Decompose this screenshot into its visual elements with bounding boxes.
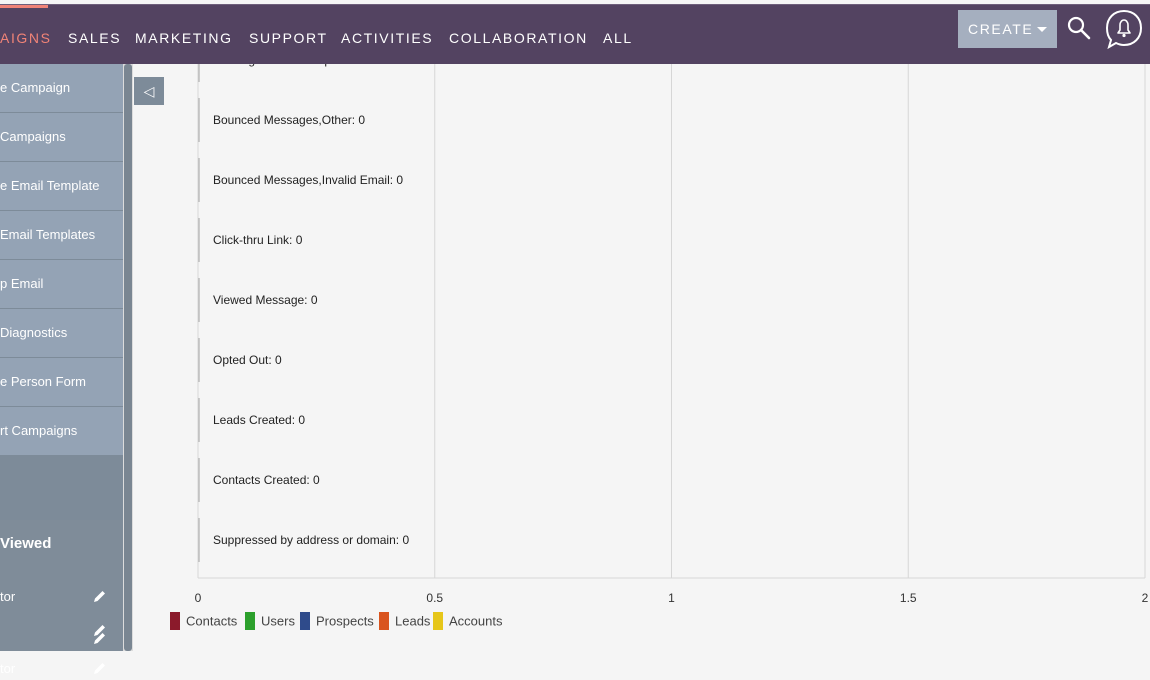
sidebar: e Campaign Campaigns e Email Template Em… bbox=[0, 64, 123, 676]
sidebar-action-diagnostics[interactable]: Diagnostics bbox=[0, 309, 123, 358]
legend-swatch bbox=[245, 612, 255, 630]
nav-tab-collaboration[interactable]: COLLABORATION bbox=[449, 30, 588, 46]
sidebar-action-create-email-template[interactable]: e Email Template bbox=[0, 162, 123, 211]
x-tick-label: 0 bbox=[195, 591, 202, 605]
x-tick-label: 1 bbox=[668, 591, 675, 605]
pencil-icon[interactable] bbox=[92, 631, 107, 646]
campaign-status-chart: 0 0.5 1 1.5 2 Message Sent/Attempted: 0 Bounce… bbox=[195, 64, 1149, 605]
legend-label: Contacts bbox=[186, 613, 238, 629]
nav-tab-support[interactable]: SUPPORT bbox=[249, 30, 328, 46]
recent-item[interactable]: tor bbox=[0, 658, 123, 680]
search-icon[interactable] bbox=[1066, 15, 1092, 41]
recent-item-label: tor bbox=[0, 589, 16, 604]
legend-item[interactable]: Contacts bbox=[170, 612, 237, 630]
legend-swatch bbox=[433, 612, 443, 630]
category-label: Contacts Created: 0 bbox=[213, 473, 320, 487]
category-label: Click-thru Link: 0 bbox=[213, 233, 303, 247]
nav-tab-all[interactable]: ALL bbox=[603, 30, 633, 46]
legend-label: Leads bbox=[395, 613, 431, 629]
legend-item[interactable]: Users bbox=[245, 612, 295, 630]
legend-label: Prospects bbox=[316, 613, 374, 629]
sidebar-action-create-campaign[interactable]: e Campaign bbox=[0, 64, 123, 113]
active-tab-underline bbox=[0, 5, 48, 8]
chevron-down-icon bbox=[1037, 27, 1047, 32]
nav-tab-campaigns[interactable]: AIGNS bbox=[0, 30, 52, 46]
category-label: Bounced Messages,Other: 0 bbox=[213, 113, 365, 127]
x-tick-label: 1.5 bbox=[900, 591, 917, 605]
create-button[interactable]: CREATE bbox=[958, 10, 1057, 48]
sidebar-action-label: e Person Form bbox=[0, 374, 86, 389]
top-navigation-bar: AIGNS SALES MARKETING SUPPORT ACTIVITIES… bbox=[0, 4, 1150, 64]
x-tick-label: 2 bbox=[1142, 591, 1149, 605]
legend-swatch bbox=[300, 612, 310, 630]
pencil-icon[interactable] bbox=[92, 661, 107, 676]
category-label: Leads Created: 0 bbox=[213, 413, 305, 427]
legend-swatch bbox=[170, 612, 180, 630]
sidebar-action-label: e Email Template bbox=[0, 178, 100, 193]
category-label: Bounced Messages,Invalid Email: 0 bbox=[213, 173, 403, 187]
category-label: Message Sent/Attempted: 0 bbox=[213, 64, 361, 67]
sidebar-action-label: e Campaign bbox=[0, 80, 71, 95]
sidebar-action-create-person-form[interactable]: e Person Form bbox=[0, 358, 123, 407]
sidebar-action-view-campaigns[interactable]: Campaigns bbox=[0, 113, 123, 162]
sidebar-action-label: Email Templates bbox=[0, 227, 96, 242]
x-tick-label: 0.5 bbox=[426, 591, 443, 605]
sidebar-action-view-email-templates[interactable]: Email Templates bbox=[0, 211, 123, 260]
sidebar-scrollbar-thumb[interactable] bbox=[124, 64, 132, 651]
sidebar-action-import-campaigns[interactable]: rt Campaigns bbox=[0, 407, 123, 456]
pencil-icon[interactable] bbox=[92, 589, 107, 604]
legend-item[interactable]: Leads bbox=[379, 612, 430, 630]
sidebar-action-label: p Email bbox=[0, 276, 44, 291]
create-button-label: CREATE bbox=[968, 21, 1034, 37]
bell-icon[interactable] bbox=[1104, 8, 1144, 50]
category-label: Viewed Message: 0 bbox=[213, 293, 318, 307]
legend-item[interactable]: Accounts bbox=[433, 612, 502, 630]
category-label: Opted Out: 0 bbox=[213, 353, 282, 367]
recent-item[interactable]: tor bbox=[0, 586, 123, 608]
category-label: Suppressed by address or domain: 0 bbox=[213, 533, 409, 547]
legend-label: Users bbox=[261, 613, 295, 629]
sidebar-scrollbar[interactable] bbox=[123, 64, 133, 651]
recent-item-label: tor bbox=[0, 661, 16, 676]
nav-tab-sales[interactable]: SALES bbox=[68, 30, 121, 46]
nav-tab-activities[interactable]: ACTIVITIES bbox=[341, 30, 433, 46]
sidebar-action-label: rt Campaigns bbox=[0, 423, 78, 438]
recently-viewed-title: Viewed bbox=[0, 535, 52, 552]
sidebar-action-label: Campaigns bbox=[0, 129, 66, 144]
legend-item[interactable]: Prospects bbox=[300, 612, 374, 630]
legend-label: Accounts bbox=[449, 613, 503, 629]
legend-swatch bbox=[379, 612, 389, 630]
sidebar-action-label: Diagnostics bbox=[0, 325, 68, 340]
sidebar-action-setup-email[interactable]: p Email bbox=[0, 260, 123, 309]
nav-tab-marketing[interactable]: MARKETING bbox=[135, 30, 233, 46]
